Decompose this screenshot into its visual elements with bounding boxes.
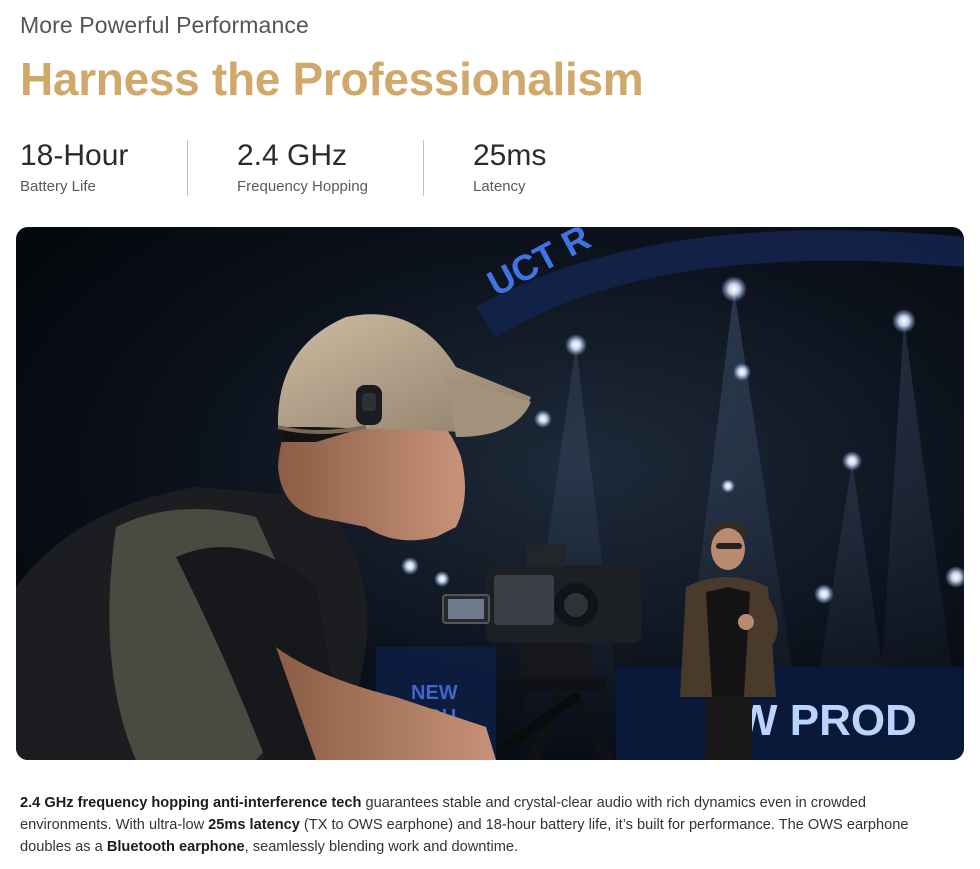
headline: Harness the Professionalism bbox=[20, 53, 644, 105]
desc-bold-1: 2.4 GHz frequency hopping anti-interfere… bbox=[20, 795, 362, 811]
stage-sign-right: W PROD bbox=[736, 696, 917, 745]
desc-text-3: , seamlessly blending work and downtime. bbox=[244, 839, 519, 855]
desc-bold-3: Bluetooth earphone bbox=[106, 839, 245, 855]
stat-label: Frequency Hopping bbox=[237, 178, 368, 195]
stat-frequency: 2.4 GHz Frequency Hopping bbox=[187, 138, 423, 196]
stat-label: Latency bbox=[473, 178, 526, 195]
hero-image: UCT R NEW PRODU W PROD bbox=[16, 227, 964, 760]
stat-label: Battery Life bbox=[20, 178, 96, 195]
stats-row: 18-Hour Battery Life 2.4 GHz Frequency H… bbox=[20, 138, 547, 196]
desc-bold-2: 25ms latency bbox=[208, 817, 300, 833]
hero-scene-illustration: UCT R NEW PRODU W PROD bbox=[16, 227, 964, 760]
description-paragraph: 2.4 GHz frequency hopping anti-interfere… bbox=[20, 792, 955, 858]
stat-value: 25ms bbox=[473, 139, 547, 172]
stage-sign-left-1: NEW bbox=[411, 682, 458, 704]
stat-value: 18-Hour bbox=[20, 139, 129, 172]
stat-value: 2.4 GHz bbox=[237, 139, 348, 172]
stat-divider bbox=[187, 140, 188, 196]
eyebrow-title: More Powerful Performance bbox=[20, 12, 309, 38]
stat-battery: 18-Hour Battery Life bbox=[20, 138, 187, 195]
stat-divider bbox=[423, 140, 424, 196]
stat-latency: 25ms Latency bbox=[423, 138, 547, 196]
